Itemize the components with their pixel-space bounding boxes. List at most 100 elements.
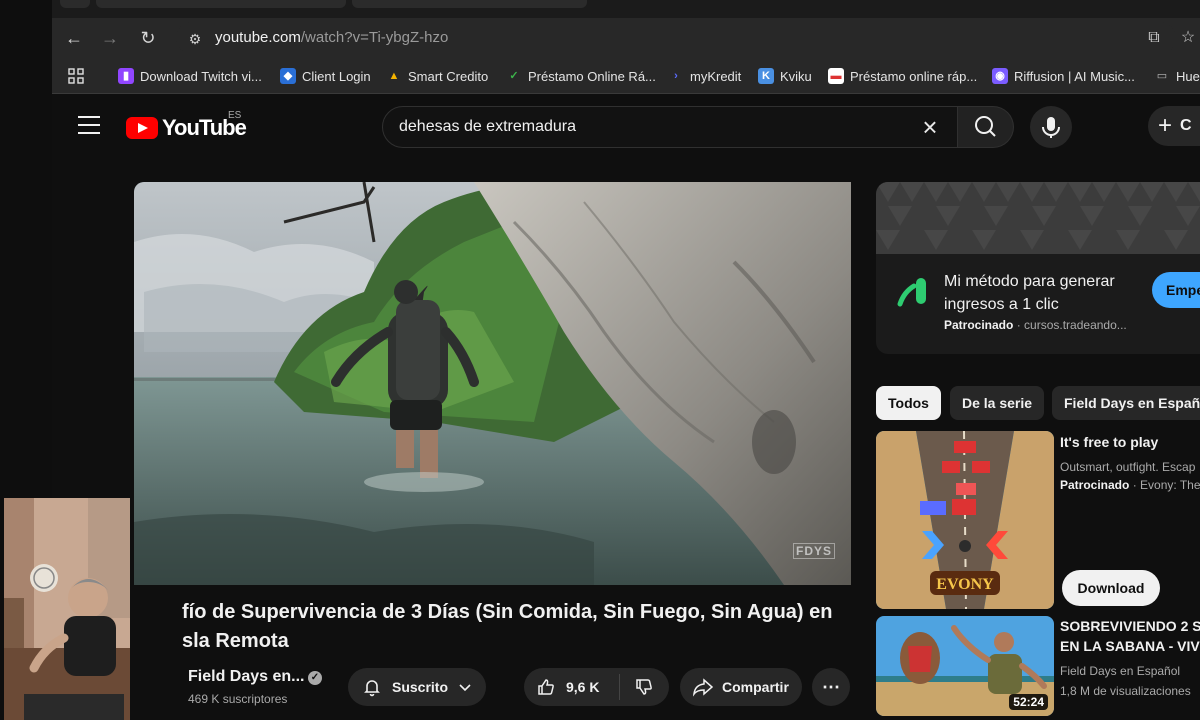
bookmark-mykredit[interactable]: › myKredit bbox=[668, 66, 741, 86]
riffusion-icon: ◉ bbox=[992, 68, 1008, 84]
browser-window: ← → ↻ ⚙ youtube.com/watch?v=Ti-ybgZ-hzo … bbox=[52, 0, 1200, 720]
bookmark-star-icon[interactable]: ☆ bbox=[1176, 26, 1200, 50]
rec-title-game-ad[interactable]: It's free to play bbox=[1060, 432, 1158, 452]
bookmark-kviku[interactable]: K Kviku bbox=[758, 66, 812, 86]
thumbs-down-icon bbox=[636, 679, 652, 695]
tab-fragment[interactable] bbox=[96, 0, 346, 8]
subscribed-button[interactable]: Suscrito bbox=[348, 668, 486, 706]
create-button[interactable]: + C bbox=[1148, 106, 1200, 146]
screen: ← → ↻ ⚙ youtube.com/watch?v=Ti-ybgZ-hzo … bbox=[0, 0, 1200, 720]
sponsored-ad-card[interactable]: Mi método para generar ingresos a 1 clic… bbox=[876, 182, 1200, 354]
smart-credito-icon: ▲ bbox=[388, 70, 400, 82]
rec-views: 1,8 M de visualizaciones bbox=[1060, 684, 1191, 698]
bookmark-client-login[interactable]: ◆ Client Login bbox=[280, 66, 371, 86]
game-ad-thumbnail: EVONY bbox=[876, 431, 1054, 609]
bookmark-prestamo-online-rap[interactable]: ▬ Préstamo online ráp... bbox=[828, 66, 977, 86]
bookmark-prestamo-online-ra[interactable]: ✓ Préstamo Online Rá... bbox=[506, 66, 656, 86]
ad-logo-icon bbox=[897, 278, 926, 307]
reload-icon[interactable]: ↻ bbox=[136, 26, 160, 50]
rec-title-sabana[interactable]: SOBREVIVIENDO 2 S EN LA SABANA - VIV bbox=[1060, 616, 1200, 656]
chip-field-days[interactable]: Field Days en Españo bbox=[1052, 386, 1200, 420]
rec-sponsor-line: Patrocinado · Evony: The bbox=[1060, 476, 1200, 494]
ad-cta-button[interactable]: Empe bbox=[1152, 272, 1200, 308]
ad-sponsored-label: Patrocinado bbox=[944, 318, 1014, 332]
region-code: ES bbox=[228, 110, 242, 121]
create-label: C bbox=[1180, 117, 1192, 134]
share-label: Compartir bbox=[722, 679, 789, 695]
rec-channel[interactable]: Field Days en Español bbox=[1060, 662, 1180, 680]
search-query: dehesas de extremadura bbox=[399, 118, 576, 135]
share-icon bbox=[692, 678, 714, 697]
back-arrow-icon[interactable]: ← bbox=[62, 26, 86, 50]
rec-thumbnail-game-ad[interactable]: EVONY bbox=[876, 431, 1054, 609]
rec-thumbnail-sabana[interactable]: 52:24 bbox=[876, 616, 1054, 716]
kviku-icon: K bbox=[758, 68, 774, 84]
video-duration: 52:24 bbox=[1009, 694, 1048, 710]
client-login-icon: ◆ bbox=[280, 68, 296, 84]
address-bar-row: ← → ↻ ⚙ youtube.com/watch?v=Ti-ybgZ-hzo … bbox=[52, 18, 1200, 58]
microphone-icon bbox=[1042, 117, 1060, 138]
chevron-down-icon bbox=[459, 684, 471, 692]
search-icon bbox=[975, 116, 996, 137]
chip-todos[interactable]: Todos bbox=[876, 386, 941, 420]
subscribed-label: Suscrito bbox=[392, 679, 449, 695]
like-count: 9,6 K bbox=[566, 679, 600, 695]
download-button[interactable]: Download bbox=[1062, 570, 1160, 606]
plus-icon: + bbox=[1158, 112, 1173, 139]
rec-title-line2: EN LA SABANA - VIV bbox=[1060, 638, 1200, 654]
tab-fragment[interactable] bbox=[352, 0, 587, 8]
thumbs-up-icon bbox=[538, 679, 554, 695]
video-title-line1: fío de Supervivencia de 3 Días (Sin Comi… bbox=[182, 601, 833, 623]
search-button[interactable] bbox=[958, 106, 1014, 148]
voice-search-button[interactable] bbox=[1030, 106, 1072, 148]
rec-advertiser: · Evony: The bbox=[1132, 478, 1200, 492]
twitch-icon: ▮ bbox=[118, 68, 134, 84]
url-host: youtube.com bbox=[215, 29, 301, 46]
more-dots-icon: ⋯ bbox=[822, 676, 840, 697]
bookmark-label: Smart Credito bbox=[408, 68, 489, 84]
share-button[interactable]: Compartir bbox=[680, 668, 802, 706]
install-app-icon[interactable]: ⧉ bbox=[1142, 26, 1166, 50]
menu-icon[interactable] bbox=[78, 116, 100, 134]
bookmark-riffusion[interactable]: ◉ Riffusion | AI Music... bbox=[992, 66, 1135, 86]
channel-name[interactable]: Field Days en... bbox=[188, 668, 304, 686]
apps-grid-icon[interactable] bbox=[68, 66, 84, 86]
clear-search-icon[interactable]: × bbox=[915, 113, 945, 143]
mykredit-icon: › bbox=[674, 70, 678, 82]
prestamo-icon: ✓ bbox=[509, 70, 519, 82]
folder-icon: ▭ bbox=[1156, 70, 1168, 82]
forward-arrow-icon[interactable]: → bbox=[98, 26, 122, 50]
youtube-header: YouTube ES dehesas de extremadura × + C bbox=[52, 94, 1200, 160]
more-actions-button[interactable]: ⋯ bbox=[812, 668, 850, 706]
game-ad-logo-text: EVONY bbox=[936, 576, 994, 593]
prestamo-rapido-icon: ▬ bbox=[828, 68, 844, 84]
tab-fragment[interactable] bbox=[60, 0, 90, 8]
rec-sponsored-label: Patrocinado bbox=[1060, 478, 1130, 492]
bookmark-download-twitch[interactable]: ▮ Download Twitch vi... bbox=[118, 66, 262, 86]
search-input[interactable]: dehesas de extremadura × bbox=[382, 106, 958, 148]
rec-title-line1: SOBREVIVIENDO 2 S bbox=[1060, 618, 1200, 634]
video-title: fío de Supervivencia de 3 Días (Sin Comi… bbox=[182, 598, 862, 656]
bookmarks-bar: ▮ Download Twitch vi... ◆ Client Login ▲ Sm… bbox=[52, 58, 1200, 94]
like-dislike-group: 9,6 K bbox=[524, 668, 669, 706]
tab-strip bbox=[52, 0, 1200, 18]
ad-domain: · cursos.tradeando... bbox=[1016, 318, 1127, 332]
chip-de-la-serie[interactable]: De la serie bbox=[950, 386, 1045, 420]
bookmark-smart-credito[interactable]: ▲ Smart Credito bbox=[386, 66, 489, 86]
webcam-feed bbox=[4, 498, 130, 720]
url-path: /watch?v=Ti-ybgZ-hzo bbox=[300, 29, 449, 46]
url-text[interactable]: youtube.com/watch?v=Ti-ybgZ-hzo bbox=[215, 29, 448, 46]
webcam-overlay bbox=[4, 498, 130, 720]
like-button[interactable]: 9,6 K bbox=[524, 674, 620, 700]
site-info-icon[interactable]: ⚙ bbox=[184, 28, 206, 50]
dislike-button[interactable] bbox=[620, 677, 668, 697]
ad-title[interactable]: Mi método para generar ingresos a 1 clic bbox=[944, 270, 1144, 316]
video-player[interactable]: FDYS bbox=[134, 182, 851, 585]
bookmark-label: Download Twitch vi... bbox=[140, 68, 262, 84]
bookmark-label: Client Login bbox=[302, 68, 371, 84]
bookmark-label: Riffusion | AI Music... bbox=[1014, 68, 1135, 84]
subscriber-count: 469 K suscriptores bbox=[188, 692, 288, 706]
bookmark-folder-hue[interactable]: ▭ Hue bbox=[1154, 66, 1200, 86]
ad-meta: Patrocinado · cursos.tradeando... bbox=[944, 318, 1127, 332]
bookmark-label: Hue bbox=[1176, 68, 1200, 84]
